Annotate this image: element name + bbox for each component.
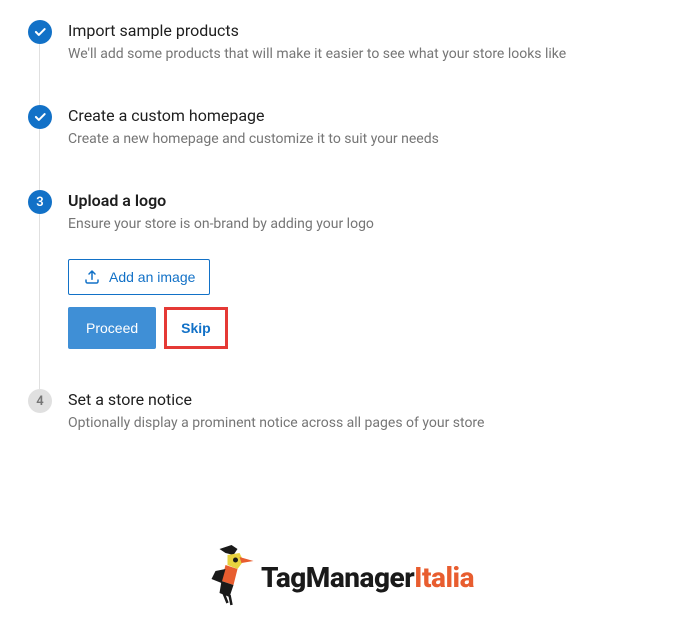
step-content: Upload a logo Ensure your store is on-br… <box>68 190 645 349</box>
step-create-homepage: Create a custom homepage Create a new ho… <box>28 105 645 190</box>
step-connector <box>39 214 40 389</box>
step-connector <box>39 44 40 105</box>
proceed-button[interactable]: Proceed <box>68 307 156 349</box>
add-image-button[interactable]: Add an image <box>68 259 210 295</box>
button-row: Proceed Skip <box>68 307 228 349</box>
step-desc: Create a new homepage and customize it t… <box>68 129 645 150</box>
skip-highlight: Skip <box>164 307 228 349</box>
step-actions: Add an image Proceed Skip <box>68 259 645 349</box>
step-badge-active: 3 <box>28 190 52 214</box>
check-icon <box>33 110 47 124</box>
brand-name-part2: Italia <box>414 561 474 594</box>
step-desc: Optionally display a prominent notice ac… <box>68 413 645 434</box>
brand-text: TagManagerItalia <box>261 561 474 594</box>
step-upload-logo: 3 Upload a logo Ensure your store is on-… <box>28 190 645 389</box>
step-desc: Ensure your store is on-brand by adding … <box>68 214 645 235</box>
step-title: Upload a logo <box>68 191 645 210</box>
step-title: Import sample products <box>68 21 645 40</box>
step-title: Create a custom homepage <box>68 106 645 125</box>
step-badge-done <box>28 20 52 44</box>
step-badge-done <box>28 105 52 129</box>
skip-button[interactable]: Skip <box>167 310 225 346</box>
check-icon <box>33 25 47 39</box>
brand-logo: TagManagerItalia <box>199 541 474 613</box>
step-content: Set a store notice Optionally display a … <box>68 389 645 434</box>
step-badge-pending: 4 <box>28 389 52 413</box>
step-title: Set a store notice <box>68 390 645 409</box>
step-content: Import sample products We'll add some pr… <box>68 20 645 65</box>
setup-steps-list: Import sample products We'll add some pr… <box>28 20 645 434</box>
woodpecker-icon <box>199 541 259 613</box>
step-content: Create a custom homepage Create a new ho… <box>68 105 645 150</box>
upload-icon <box>83 268 101 286</box>
step-desc: We'll add some products that will make i… <box>68 44 645 65</box>
add-image-label: Add an image <box>109 269 195 285</box>
step-import-products: Import sample products We'll add some pr… <box>28 20 645 105</box>
step-connector <box>39 129 40 190</box>
brand-name-part1: TagManager <box>261 561 414 594</box>
step-store-notice: 4 Set a store notice Optionally display … <box>28 389 645 434</box>
